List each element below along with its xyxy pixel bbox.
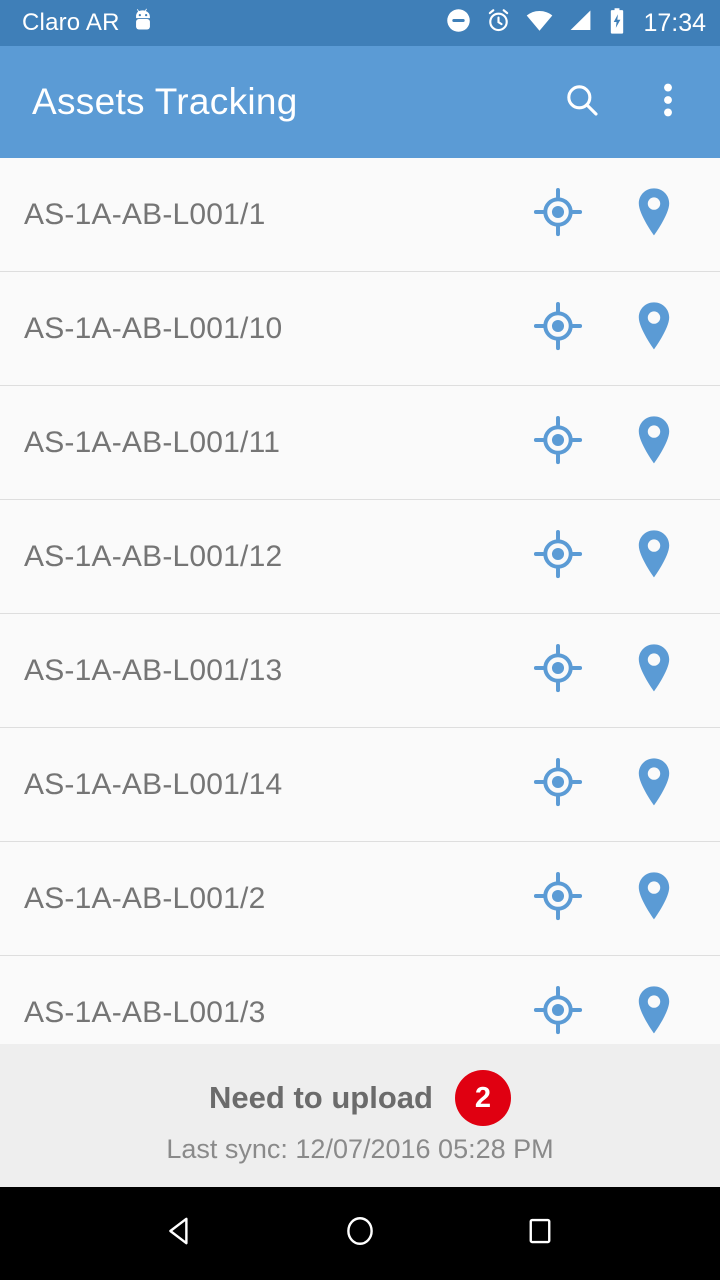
gps-fixed-button[interactable] — [532, 529, 584, 584]
asset-id-label: AS-1A-AB-L001/10 — [24, 311, 283, 345]
map-pin-icon — [630, 414, 678, 471]
android-nav-bar — [0, 1187, 720, 1280]
row-actions — [532, 186, 696, 243]
map-pin-button[interactable] — [628, 984, 680, 1041]
gps-fixed-icon — [533, 643, 583, 698]
gps-fixed-button[interactable] — [532, 757, 584, 812]
gps-fixed-button[interactable] — [532, 985, 584, 1040]
android-head-icon — [130, 8, 156, 39]
map-pin-button[interactable] — [628, 186, 680, 243]
table-row[interactable]: AS-1A-AB-L001/11 — [0, 386, 720, 500]
asset-id-label: AS-1A-AB-L001/1 — [24, 197, 266, 231]
map-pin-button[interactable] — [628, 414, 680, 471]
battery-charging-icon — [607, 7, 627, 40]
asset-id-label: AS-1A-AB-L001/13 — [24, 653, 283, 687]
map-pin-icon — [630, 642, 678, 699]
cell-signal-icon — [567, 7, 594, 39]
map-pin-button[interactable] — [628, 642, 680, 699]
map-pin-icon — [630, 528, 678, 585]
gps-fixed-icon — [533, 301, 583, 356]
upload-count-badge: 2 — [454, 1070, 511, 1126]
gps-fixed-icon — [533, 415, 583, 470]
map-pin-icon — [630, 756, 678, 813]
status-bar-right: 17:34 — [445, 6, 706, 40]
map-pin-button[interactable] — [628, 528, 680, 585]
status-bar: Claro AR 17:34 — [0, 0, 720, 46]
home-circle-icon — [343, 1214, 377, 1253]
app-bar-actions — [554, 74, 696, 130]
do-not-disturb-icon — [445, 7, 472, 39]
asset-id-label: AS-1A-AB-L001/12 — [24, 539, 283, 573]
table-row[interactable]: AS-1A-AB-L001/14 — [0, 728, 720, 842]
asset-id-label: AS-1A-AB-L001/14 — [24, 767, 283, 801]
asset-id-label: AS-1A-AB-L001/2 — [24, 881, 266, 915]
nav-home-button[interactable] — [320, 1199, 400, 1269]
app-screen: Claro AR 17:34 Assets Tracking AS-1A-AB-… — [0, 0, 720, 1280]
gps-fixed-icon — [533, 757, 583, 812]
back-triangle-icon — [163, 1214, 197, 1253]
search-button[interactable] — [554, 74, 610, 130]
app-bar: Assets Tracking — [0, 46, 720, 158]
recents-square-icon — [525, 1216, 555, 1251]
map-pin-icon — [630, 984, 678, 1041]
table-row[interactable]: AS-1A-AB-L001/3 — [0, 956, 720, 1044]
gps-fixed-icon — [533, 871, 583, 926]
row-actions — [532, 984, 696, 1041]
asset-id-label: AS-1A-AB-L001/11 — [24, 425, 281, 459]
asset-list[interactable]: AS-1A-AB-L001/1 AS-1A-AB-L001/10 AS-1A-AB-… — [0, 158, 720, 1044]
table-row[interactable]: AS-1A-AB-L001/1 — [0, 158, 720, 272]
map-pin-icon — [630, 186, 678, 243]
status-bar-left: Claro AR — [22, 8, 445, 39]
row-actions — [532, 300, 696, 357]
upload-status-line[interactable]: Need to upload 2 — [209, 1070, 511, 1126]
more-vertical-icon — [651, 81, 685, 124]
gps-fixed-icon — [533, 985, 583, 1040]
map-pin-button[interactable] — [628, 300, 680, 357]
row-actions — [532, 414, 696, 471]
status-bar-clock: 17:34 — [643, 8, 706, 37]
alarm-icon — [485, 7, 512, 39]
sync-footer: Need to upload 2 Last sync: 12/07/2016 0… — [0, 1044, 720, 1187]
table-row[interactable]: AS-1A-AB-L001/10 — [0, 272, 720, 386]
nav-back-button[interactable] — [140, 1199, 220, 1269]
gps-fixed-button[interactable] — [532, 643, 584, 698]
map-pin-icon — [630, 300, 678, 357]
page-title: Assets Tracking — [32, 81, 298, 122]
nav-recents-button[interactable] — [500, 1199, 580, 1269]
map-pin-icon — [630, 870, 678, 927]
gps-fixed-button[interactable] — [532, 301, 584, 356]
table-row[interactable]: AS-1A-AB-L001/12 — [0, 500, 720, 614]
carrier-label: Claro AR — [22, 9, 120, 36]
need-to-upload-label: Need to upload — [209, 1080, 433, 1115]
last-sync-label: Last sync: 12/07/2016 05:28 PM — [166, 1134, 554, 1164]
row-actions — [532, 870, 696, 927]
row-actions — [532, 642, 696, 699]
wifi-icon — [525, 6, 554, 40]
gps-fixed-button[interactable] — [532, 871, 584, 926]
table-row[interactable]: AS-1A-AB-L001/2 — [0, 842, 720, 956]
overflow-menu-button[interactable] — [640, 74, 696, 130]
row-actions — [532, 528, 696, 585]
gps-fixed-icon — [533, 187, 583, 242]
map-pin-button[interactable] — [628, 756, 680, 813]
gps-fixed-button[interactable] — [532, 187, 584, 242]
gps-fixed-icon — [533, 529, 583, 584]
gps-fixed-button[interactable] — [532, 415, 584, 470]
map-pin-button[interactable] — [628, 870, 680, 927]
table-row[interactable]: AS-1A-AB-L001/13 — [0, 614, 720, 728]
search-icon — [562, 80, 602, 125]
asset-id-label: AS-1A-AB-L001/3 — [24, 995, 266, 1029]
row-actions — [532, 756, 696, 813]
